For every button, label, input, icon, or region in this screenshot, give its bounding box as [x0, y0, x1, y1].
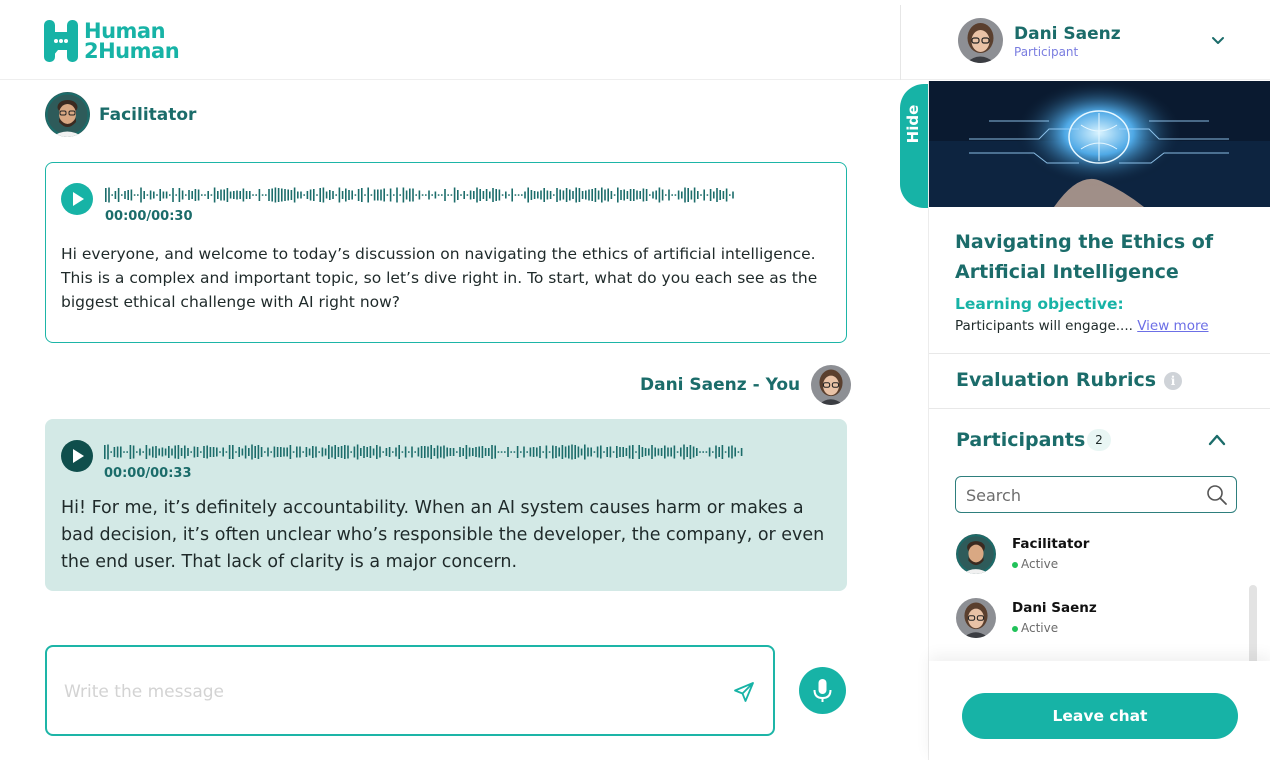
user-menu[interactable]: Dani Saenz Participant	[958, 18, 1238, 64]
view-more-link[interactable]: View more	[1137, 318, 1208, 334]
active-dot-icon	[1012, 561, 1018, 568]
message-composer	[45, 645, 775, 736]
course-title: Navigating the Ethics of Artificial Inte…	[955, 231, 1214, 283]
outgoing-message-bubble: 00:00/00:33 Hi! For me, it’s definitely …	[45, 419, 847, 591]
own-sender-row: Dani Saenz - You	[640, 365, 852, 405]
top-header: Human 2Human Dani Saenz Participant	[0, 0, 1270, 80]
facilitator-sender-row: Facilitator	[45, 92, 196, 137]
participant-name: Facilitator	[1012, 536, 1090, 552]
user-avatar	[958, 18, 1003, 63]
search-icon[interactable]	[1206, 484, 1228, 506]
participant-item[interactable]: Dani Saenz Active	[956, 598, 1216, 640]
course-hero-image	[929, 81, 1270, 207]
message-input[interactable]	[64, 675, 684, 709]
hide-label: Hide	[904, 104, 922, 144]
header-divider	[900, 5, 901, 80]
participant-name: Dani Saenz	[1012, 600, 1097, 616]
audio-time: 00:00/00:30	[105, 209, 193, 224]
right-sidebar: Navigating the Ethics of Artificial Inte…	[928, 81, 1270, 760]
microphone-button[interactable]	[799, 667, 846, 714]
participant-status: Active	[1012, 557, 1058, 571]
brand-logo[interactable]: Human 2Human	[44, 19, 180, 63]
section-divider	[929, 353, 1270, 354]
participant-item[interactable]: Facilitator Active	[956, 534, 1216, 576]
microphone-icon	[813, 679, 832, 702]
audio-time: 00:00/00:33	[104, 466, 192, 481]
play-audio-button[interactable]	[61, 183, 93, 215]
participant-avatar	[956, 598, 996, 638]
user-role: Participant	[1014, 45, 1079, 59]
evaluation-rubrics-header[interactable]: Evaluation Rubrics	[956, 369, 1156, 391]
own-sender-name: Dani Saenz - You	[640, 375, 801, 395]
hide-sidebar-tab[interactable]: Hide	[900, 84, 930, 208]
message-text: Hi! For me, it’s definitely accountabili…	[61, 498, 825, 572]
participants-scrollbar[interactable]	[1249, 585, 1257, 665]
facilitator-name: Facilitator	[99, 104, 197, 125]
user-name: Dani Saenz	[1014, 24, 1121, 44]
incoming-message-bubble: 00:00/00:30 Hi everyone, and welcome to …	[45, 162, 847, 343]
play-audio-button[interactable]	[61, 440, 93, 472]
participant-avatar	[956, 534, 996, 574]
participant-search	[955, 476, 1237, 513]
active-dot-icon	[1012, 625, 1018, 632]
learning-objective-text: Participants will engage.... View more	[955, 318, 1209, 334]
logo-line-1: Human	[84, 19, 166, 43]
section-divider	[929, 408, 1270, 409]
app-root: Human 2Human Dani Saenz Participant Faci…	[0, 0, 1270, 760]
participants-count-badge: 2	[1087, 429, 1111, 451]
participants-header[interactable]: Participants	[956, 429, 1085, 451]
own-avatar	[811, 365, 852, 405]
leave-chat-button[interactable]: Leave chat	[962, 693, 1238, 739]
logo-line-2: 2Human	[84, 39, 180, 63]
facilitator-avatar	[45, 92, 90, 137]
info-icon[interactable]: i	[1164, 372, 1182, 390]
participant-status: Active	[1012, 621, 1058, 635]
audio-waveform[interactable]	[105, 186, 735, 204]
participant-status-label: Active	[1021, 557, 1059, 571]
chevron-down-icon[interactable]	[1210, 32, 1226, 48]
chevron-up-icon[interactable]	[1207, 431, 1227, 449]
chat-panel: Facilitator 00:00/00:30 Hi everyone, and…	[0, 81, 900, 760]
message-text: Hi everyone, and welcome to today’s disc…	[61, 245, 818, 311]
objective-summary: Participants will engage....	[955, 318, 1133, 334]
logo-mark-icon	[44, 20, 78, 62]
participant-status-label: Active	[1021, 621, 1059, 635]
send-icon[interactable]	[732, 680, 756, 704]
sidebar-footer: Leave chat	[929, 661, 1270, 760]
participant-search-input[interactable]	[966, 483, 1196, 507]
learning-objective-label: Learning objective:	[955, 295, 1124, 313]
audio-waveform[interactable]	[104, 443, 744, 461]
